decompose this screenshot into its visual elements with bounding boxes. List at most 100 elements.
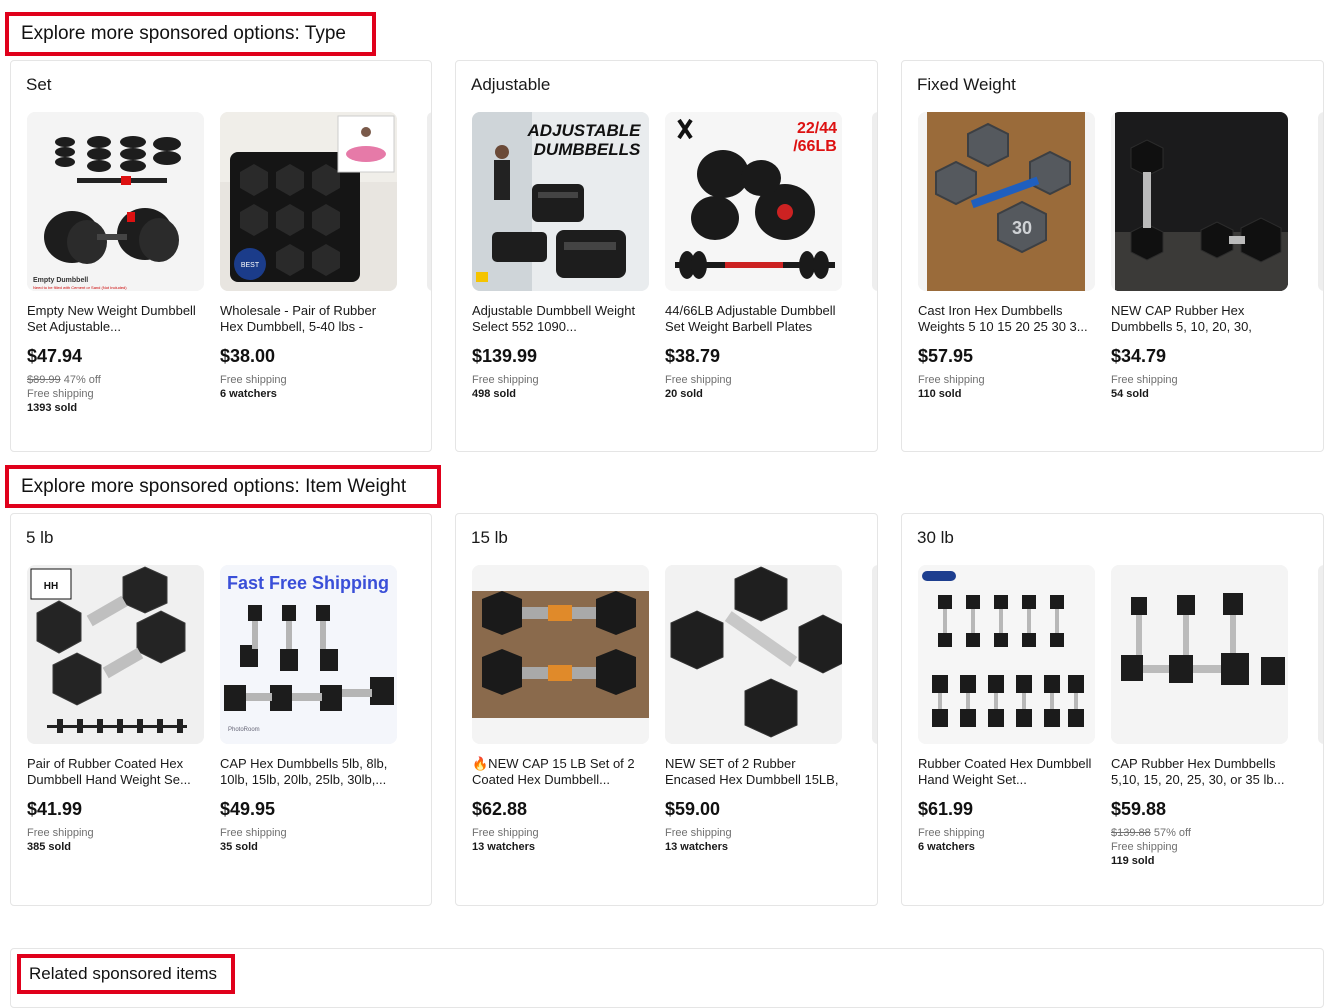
panel-set: Set Empty Dumbbell Need to be filled wit… xyxy=(10,60,432,452)
svg-text:Need to be filled with Cement: Need to be filled with Cement or Sand (N… xyxy=(33,285,127,290)
product-card[interactable]: HH Pair of Rubber Coated Hex Dumbbell Ha… xyxy=(27,565,204,854)
next-card-peek[interactable] xyxy=(872,565,877,744)
svg-text:BEST: BEST xyxy=(241,262,260,269)
product-card[interactable]: Rubber Coated Hex Dumbbell Hand Weight S… xyxy=(918,565,1095,854)
cap-15lb-counter-image[interactable] xyxy=(472,565,649,744)
product-title[interactable]: CAP Rubber Hex Dumbbells 5,10, 15, 20, 2… xyxy=(1111,756,1286,788)
product-shipping: Free shipping xyxy=(472,374,539,386)
panel-title[interactable]: 15 lb xyxy=(471,528,508,548)
product-shipping: Free shipping xyxy=(220,374,287,386)
barbell-plates-image[interactable]: 22/44 /66LB xyxy=(665,112,842,291)
adjustable-dumbbell-image[interactable]: ADJUSTABLE DUMBBELLS xyxy=(472,112,649,291)
product-title[interactable]: NEW SET of 2 Rubber Encased Hex Dumbbell… xyxy=(665,756,840,788)
image-text: Fast Free Shipping xyxy=(227,573,389,593)
product-title[interactable]: Empty New Weight Dumbbell Set Adjustable… xyxy=(27,303,202,335)
image-text: ADJUSTABLE xyxy=(526,121,641,140)
product-title[interactable]: CAP Hex Dumbbells 5lb, 8lb, 10lb, 15lb, … xyxy=(220,756,395,788)
discount-percent: 57% off xyxy=(1153,827,1191,839)
panel-title[interactable]: Set xyxy=(26,75,52,95)
product-stat: 13 watchers xyxy=(665,841,728,853)
product-shipping: Free shipping xyxy=(27,827,94,839)
product-shipping: Free shipping xyxy=(918,827,985,839)
product-price: $38.79 xyxy=(665,346,721,366)
pair-hex-dumbbell-image[interactable]: HH xyxy=(27,565,204,744)
product-price: $49.95 xyxy=(220,799,276,819)
cap-hex-set-image[interactable] xyxy=(1111,565,1288,744)
dumbbell-set-image[interactable]: Empty Dumbbell Need to be filled with Ce… xyxy=(27,112,204,291)
product-stat: 54 sold xyxy=(1111,388,1149,400)
product-stat: 35 sold xyxy=(220,841,258,853)
image-text: /66LB xyxy=(793,138,837,155)
product-price: $47.94 xyxy=(27,346,83,366)
panel-title[interactable]: Fixed Weight xyxy=(917,75,1016,95)
product-price: $59.00 xyxy=(665,799,721,819)
image-text: DUMBBELLS xyxy=(534,140,641,159)
product-title[interactable]: Adjustable Dumbbell Weight Select 552 10… xyxy=(472,303,647,335)
product-shipping: Free shipping xyxy=(1111,374,1178,386)
section-heading-text: Explore more sponsored options: Item Wei… xyxy=(21,475,407,497)
product-discount: $89.99 47% off xyxy=(27,373,204,387)
product-stat: 6 watchers xyxy=(918,841,975,853)
product-title[interactable]: Cast Iron Hex Dumbbells Weights 5 10 15 … xyxy=(918,303,1093,335)
panel-30-lb: 30 lb Rubber Coated Hex Dumbbell Hand We… xyxy=(901,513,1324,906)
panel-title[interactable]: 5 lb xyxy=(26,528,53,548)
panel-adjustable: Adjustable ADJUSTABLE DUMBBELLS Adjustab… xyxy=(455,60,878,452)
product-price: $38.00 xyxy=(220,346,276,366)
image-text: 22/44 xyxy=(797,120,837,137)
dumbbell-rows-image[interactable] xyxy=(918,565,1095,744)
section-heading-type: Explore more sponsored options: Type xyxy=(5,12,376,56)
product-card[interactable]: 🔥NEW CAP 15 LB Set of 2 Coated Hex Dumbb… xyxy=(472,565,649,854)
next-card-peek[interactable] xyxy=(872,112,877,291)
product-stat: 6 watchers xyxy=(220,388,277,400)
product-shipping: Free shipping xyxy=(918,374,985,386)
product-card[interactable]: BEST Wholesale - Pair of Rubber Hex Dumb… xyxy=(220,112,397,401)
product-price: $34.79 xyxy=(1111,346,1167,366)
rubber-encased-hex-image[interactable] xyxy=(665,565,842,744)
hex-dumbbell-rack-image[interactable]: BEST xyxy=(220,112,397,291)
next-card-peek[interactable] xyxy=(1318,112,1323,291)
product-title[interactable]: 44/66LB Adjustable Dumbbell Set Weight B… xyxy=(665,303,840,335)
product-stat: 119 sold xyxy=(1111,855,1155,867)
product-card[interactable]: NEW SET of 2 Rubber Encased Hex Dumbbell… xyxy=(665,565,842,854)
product-shipping: Free shipping xyxy=(665,827,732,839)
product-stat: 385 sold xyxy=(27,841,72,853)
product-card[interactable]: NEW CAP Rubber Hex Dumbbells 5, 10, 20, … xyxy=(1111,112,1288,401)
cast-iron-hex-image[interactable]: 30 xyxy=(918,112,1095,291)
product-title[interactable]: NEW CAP Rubber Hex Dumbbells 5, 10, 20, … xyxy=(1111,303,1286,335)
panel-5-lb: 5 lb HH Pair of Rubber Coated Hex Dumbbe… xyxy=(10,513,432,906)
panel-title[interactable]: Adjustable xyxy=(471,75,550,95)
product-price: $139.99 xyxy=(472,346,538,366)
product-title[interactable]: Wholesale - Pair of Rubber Hex Dumbbell,… xyxy=(220,303,395,335)
fast-free-shipping-image[interactable]: Fast Free Shipping PhotoRoom xyxy=(220,565,397,744)
rubber-hex-floor-image[interactable] xyxy=(1111,112,1288,291)
product-stat: 1393 sold xyxy=(27,402,78,414)
product-title[interactable]: 🔥NEW CAP 15 LB Set of 2 Coated Hex Dumbb… xyxy=(472,756,647,788)
product-shipping: Free shipping xyxy=(665,374,732,386)
product-card[interactable]: ADJUSTABLE DUMBBELLS Adjustable Dumbbell… xyxy=(472,112,649,401)
svg-text:Empty Dumbbell: Empty Dumbbell xyxy=(33,277,88,284)
product-stat: 20 sold xyxy=(665,388,703,400)
product-card[interactable]: Fast Free Shipping PhotoRoom CAP Hex Dum… xyxy=(220,565,397,854)
section-heading-text: Explore more sponsored options: Type xyxy=(21,23,346,44)
product-title[interactable]: Rubber Coated Hex Dumbbell Hand Weight S… xyxy=(918,756,1093,788)
panel-title[interactable]: 30 lb xyxy=(917,528,954,548)
product-shipping: Free shipping xyxy=(472,827,539,839)
product-card[interactable]: Empty Dumbbell Need to be filled with Ce… xyxy=(27,112,204,415)
product-shipping: Free shipping xyxy=(1111,841,1178,853)
product-price: $57.95 xyxy=(918,346,974,366)
product-price: $41.99 xyxy=(27,799,83,819)
product-stat: 110 sold xyxy=(918,388,962,400)
product-card[interactable]: 30 Cast Iron Hex Dumbbells Weights 5 10 … xyxy=(918,112,1095,401)
next-card-peek[interactable] xyxy=(1318,565,1323,744)
next-card-peek[interactable] xyxy=(427,112,431,291)
product-price: $61.99 xyxy=(918,799,974,819)
product-shipping: Free shipping xyxy=(27,388,94,400)
svg-text:HH: HH xyxy=(44,581,58,592)
original-price: $139.88 xyxy=(1111,827,1151,839)
image-text: 30 xyxy=(1012,218,1032,238)
discount-percent: 47% off xyxy=(63,374,101,386)
product-title[interactable]: Pair of Rubber Coated Hex Dumbbell Hand … xyxy=(27,756,202,788)
section-heading-related: Related sponsored items xyxy=(17,954,235,994)
product-card[interactable]: CAP Rubber Hex Dumbbells 5,10, 15, 20, 2… xyxy=(1111,565,1288,868)
product-card[interactable]: 22/44 /66LB 44/66LB Adjustable Dumbbell … xyxy=(665,112,842,401)
